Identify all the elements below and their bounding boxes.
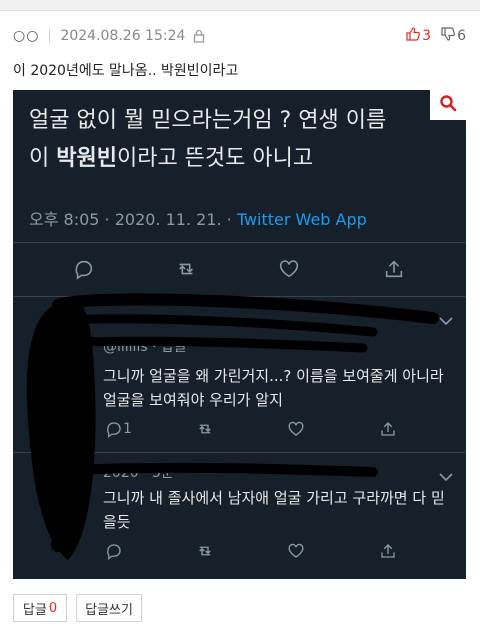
- tweet-line-2: 이 박원빈이라고 뜬것도 아니고: [29, 140, 439, 178]
- reply-1-reply-icon: 1: [105, 420, 132, 438]
- downvote-button[interactable]: 6: [441, 27, 466, 45]
- reply-2-meta: 2020 · 5분: [103, 465, 174, 481]
- retweet-icon: [175, 258, 197, 280]
- post-body: 이 2020년에도 말나옴.. 박원빈이라고: [13, 63, 239, 79]
- tweet-source: Twitter Web App: [236, 210, 367, 229]
- share-icon: [383, 258, 405, 280]
- tweet-timestamp: 오후 8:05 · 2020. 11. 21. · Twitter Web Ap…: [29, 206, 367, 230]
- downvote-count: 6: [457, 28, 466, 44]
- upvote-button[interactable]: 3: [406, 27, 431, 45]
- reply-1-text: 그니까 얼굴을 왜 가린거지...? 이름을 보여줄게 아니라 얼굴을 보여줘야…: [103, 367, 444, 409]
- reply-1-reply-count: 1: [123, 421, 132, 437]
- heart-icon: [278, 258, 300, 280]
- twitter-screenshot-image: 얼굴 없이 뭘 믿으라는거임 ? 연생 이름 이 박원빈이라고 뜬것도 아니고 …: [13, 90, 466, 579]
- search-icon: [439, 94, 457, 116]
- reply-count-button[interactable]: 답글 0: [13, 594, 67, 622]
- reply-icon: [73, 258, 95, 280]
- post-meta: ○○ 2024.08.26 15:24: [13, 24, 205, 48]
- reply-1-heart-icon: [287, 420, 305, 438]
- author-name[interactable]: ○○: [13, 28, 39, 44]
- reply-2-heart-icon: [287, 542, 305, 560]
- tweet-text: 얼굴 없이 뭘 믿으라는거임 ? 연생 이름 이 박원빈이라고 뜬것도 아니고: [29, 102, 439, 178]
- tweet-divider-bottom: [13, 296, 466, 297]
- meta-divider: [49, 29, 51, 43]
- reply-1-actions: 1: [13, 420, 466, 444]
- reply-count-value: 0: [48, 600, 58, 616]
- lock-icon: [193, 29, 205, 43]
- tweet-line-1: 얼굴 없이 뭘 믿으라는거임 ? 연생 이름: [29, 108, 387, 133]
- reply-1-meta: @lilllls · 답글: [103, 339, 187, 355]
- chevron-down-icon: [438, 312, 454, 331]
- tweet-time-text: 오후 8:05 · 2020. 11. 21. ·: [29, 210, 237, 229]
- thumbs-down-icon: [441, 27, 457, 45]
- reply-2-retweet-icon: [196, 542, 214, 560]
- reply-1-share-icon: [379, 420, 397, 438]
- reply-2-text: 그니까 내 졸사에서 남자애 얼굴 가리고 구라까면 다 믿을듯: [103, 489, 445, 531]
- tweet-highlighted-name: 박원빈: [56, 146, 117, 171]
- reply-2-actions: [13, 542, 466, 566]
- upvote-count: 3: [422, 28, 432, 44]
- thumbs-up-icon: [406, 27, 422, 45]
- tweet-line-2-prefix: 이: [29, 146, 57, 171]
- write-reply-button[interactable]: 답글쓰기: [76, 594, 142, 622]
- tweet-divider-top: [13, 242, 466, 243]
- reply-1-retweet-icon: [196, 420, 214, 438]
- reply-2-chevron-down-icon: [438, 468, 454, 487]
- top-border: [0, 0, 480, 11]
- vote-box: 3 6: [406, 24, 466, 48]
- reply-count-label: 답글: [22, 602, 47, 618]
- reply-2-reply-icon: [105, 542, 123, 560]
- tweet-actions: [13, 258, 466, 282]
- tweet-line-2-suffix: 이라고 뜬것도 아니고: [116, 146, 314, 171]
- reply-divider: [13, 452, 466, 453]
- reply-2-share-icon: [379, 542, 397, 560]
- post-datetime: 2024.08.26 15:24: [60, 28, 186, 44]
